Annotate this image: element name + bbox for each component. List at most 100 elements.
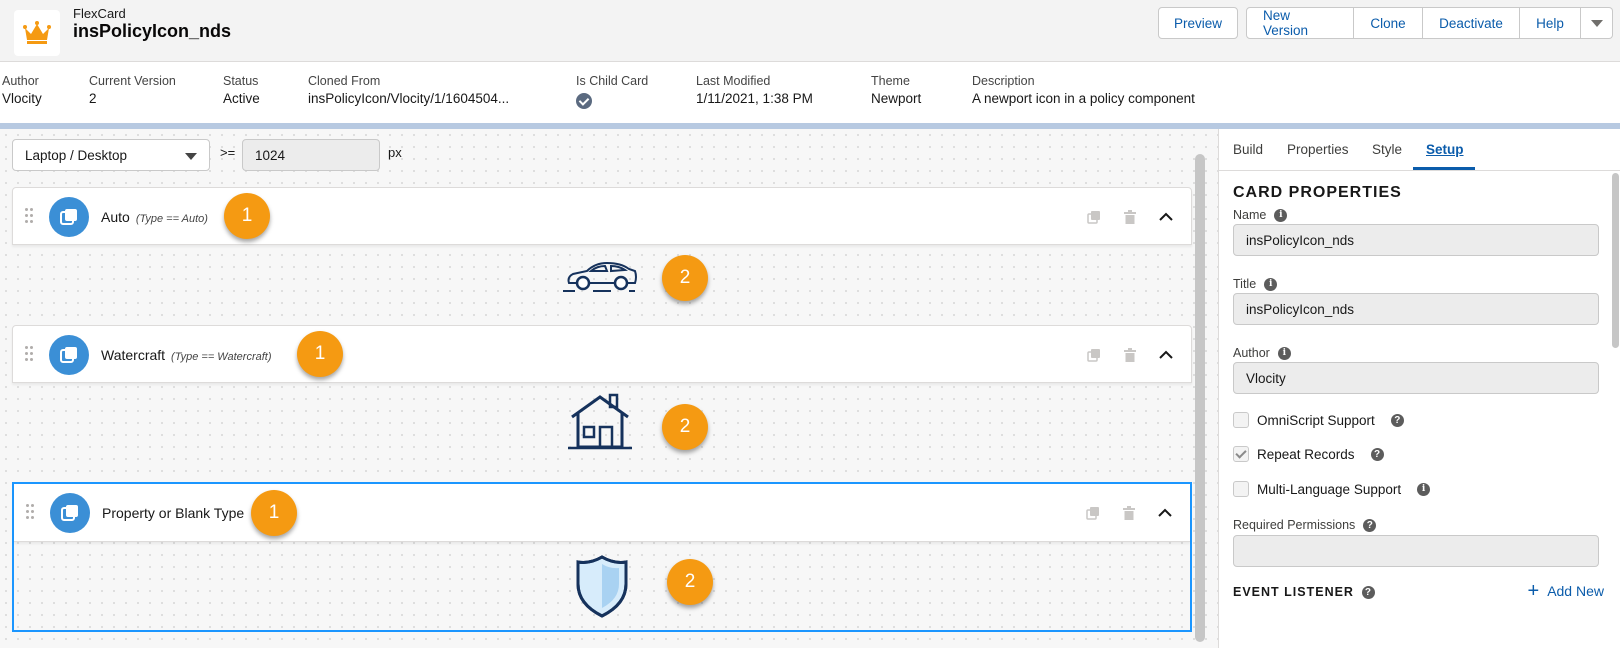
state-body[interactable]	[14, 542, 1190, 630]
info-icon[interactable]: i	[1264, 277, 1278, 291]
repeat-records-checkbox[interactable]	[1233, 446, 1249, 462]
checkmark-circle-icon	[576, 93, 592, 109]
callout-badge: 1	[224, 193, 270, 239]
record-details: Author Vlocity Current Version 2 Status …	[0, 62, 1620, 124]
author-field: Author Vlocity	[2, 74, 42, 106]
clone-state-icon[interactable]	[1084, 504, 1102, 522]
state-body[interactable]	[12, 383, 1192, 463]
chevron-up-icon[interactable]	[1157, 346, 1175, 364]
status-field: Status Active	[223, 74, 260, 106]
omniscript-support-checkbox[interactable]	[1233, 412, 1249, 428]
state-icon	[49, 197, 89, 237]
state-property[interactable]: Property or Blank Type 1 2	[12, 482, 1192, 632]
panel-scrollbar[interactable]	[1612, 173, 1619, 348]
last-modified-field: Last Modified 1/11/2021, 1:38 PM	[696, 74, 813, 106]
drag-handle-icon[interactable]	[26, 504, 36, 522]
canvas-scrollbar[interactable]	[1195, 154, 1205, 642]
repeat-records-row: Repeat Records ?	[1233, 446, 1384, 462]
car-icon	[563, 261, 637, 292]
delete-icon[interactable]	[1121, 208, 1139, 226]
state-tools	[1085, 346, 1175, 364]
action-buttons: New Version Clone Deactivate Help	[1246, 7, 1613, 39]
chevron-down-icon	[1590, 19, 1603, 27]
info-icon[interactable]: i	[1274, 208, 1288, 222]
add-new-button[interactable]: + Add New	[1527, 580, 1605, 602]
new-version-button[interactable]: New Version	[1246, 7, 1354, 39]
cloned-from-field: Cloned From insPolicyIcon/Vlocity/1/1604…	[308, 74, 510, 106]
clone-state-icon[interactable]	[1085, 346, 1103, 364]
preview-group: Preview	[1158, 7, 1238, 39]
state-tools	[1085, 208, 1175, 226]
author-input[interactable]: Vlocity	[1233, 362, 1599, 394]
title-label: Title i	[1233, 277, 1278, 291]
multi-language-checkbox[interactable]	[1233, 481, 1249, 497]
preview-button[interactable]: Preview	[1158, 7, 1238, 39]
tab-style[interactable]: Style	[1372, 142, 1402, 157]
help-icon[interactable]: ?	[1390, 413, 1404, 427]
info-icon[interactable]: i	[1417, 482, 1431, 496]
deactivate-button[interactable]: Deactivate	[1423, 7, 1520, 39]
state-auto[interactable]: Auto (Type == Auto) 1 2	[12, 187, 1192, 309]
state-tools	[1084, 504, 1174, 522]
state-condition: (Type == Watercraft)	[171, 351, 272, 363]
drag-handle-icon[interactable]	[25, 208, 35, 226]
callout-badge: 1	[297, 331, 343, 377]
breakpoint-width-input[interactable]: 1024	[242, 139, 380, 171]
section-title: CARD PROPERTIES	[1233, 184, 1402, 201]
state-header[interactable]: Watercraft (Type == Watercraft)	[12, 325, 1192, 383]
tab-build[interactable]: Build	[1233, 142, 1263, 157]
info-icon[interactable]: i	[1277, 346, 1291, 360]
help-icon[interactable]: ?	[1361, 585, 1375, 599]
state-name: Auto (Type == Auto)	[101, 209, 208, 225]
card-canvas: Laptop / Desktop >= 1024 px Auto (Type ==…	[0, 129, 1218, 648]
callout-badge: 2	[662, 255, 708, 301]
panel-tabs: Build Properties Style Setup	[1219, 129, 1620, 171]
state-icon	[50, 493, 90, 533]
description-field: Description A newport icon in a policy c…	[972, 74, 1195, 106]
state-icon	[49, 335, 89, 375]
state-condition: (Type == Auto)	[135, 213, 208, 225]
name-label: Name i	[1233, 208, 1288, 222]
chevron-down-icon	[185, 153, 197, 160]
callout-badge: 2	[662, 404, 708, 450]
clone-button[interactable]: Clone	[1354, 7, 1423, 39]
help-icon[interactable]: ?	[1370, 447, 1384, 461]
help-button[interactable]: Help	[1520, 7, 1581, 39]
device-select[interactable]: Laptop / Desktop	[12, 139, 210, 171]
omniscript-support-row: OmniScript Support ?	[1233, 412, 1404, 428]
clone-state-icon[interactable]	[1085, 208, 1103, 226]
shield-icon	[576, 555, 628, 618]
state-name: Property or Blank Type	[102, 505, 245, 521]
callout-badge: 1	[251, 490, 297, 536]
house-icon	[568, 393, 632, 450]
required-permissions-input[interactable]	[1233, 535, 1599, 567]
required-permissions-label: Required Permissions?	[1233, 518, 1377, 532]
unit-label: px	[388, 145, 402, 160]
chevron-up-icon[interactable]	[1157, 208, 1175, 226]
help-icon[interactable]: ?	[1363, 518, 1377, 532]
theme-field: Theme Newport	[871, 74, 922, 106]
multi-language-row: Multi-Language Support i	[1233, 481, 1431, 497]
page-header: FlexCard insPolicyIcon_nds Preview New V…	[0, 0, 1620, 62]
state-watercraft[interactable]: Watercraft (Type == Watercraft) 1 2	[12, 325, 1192, 463]
title-input[interactable]: insPolicyIcon_nds	[1233, 293, 1599, 325]
state-header[interactable]: Auto (Type == Auto)	[12, 187, 1192, 245]
properties-panel: Build Properties Style Setup CARD PROPER…	[1218, 129, 1620, 648]
record-type: FlexCard	[73, 6, 126, 21]
delete-icon[interactable]	[1120, 504, 1138, 522]
state-body[interactable]	[12, 245, 1192, 309]
operator-label: >=	[220, 145, 236, 160]
crown-icon	[14, 10, 60, 56]
plus-icon: +	[1527, 580, 1540, 602]
tab-setup[interactable]: Setup	[1426, 142, 1464, 157]
state-name: Watercraft (Type == Watercraft)	[101, 347, 272, 363]
state-header[interactable]: Property or Blank Type	[14, 484, 1190, 542]
event-listener-title: EVENT LISTENER?	[1233, 585, 1375, 599]
chevron-up-icon[interactable]	[1156, 504, 1174, 522]
more-actions-button[interactable]	[1581, 7, 1613, 39]
name-input[interactable]: insPolicyIcon_nds	[1233, 224, 1599, 256]
page-title: insPolicyIcon_nds	[73, 21, 232, 41]
delete-icon[interactable]	[1121, 346, 1139, 364]
tab-properties[interactable]: Properties	[1287, 142, 1349, 157]
drag-handle-icon[interactable]	[25, 346, 35, 364]
